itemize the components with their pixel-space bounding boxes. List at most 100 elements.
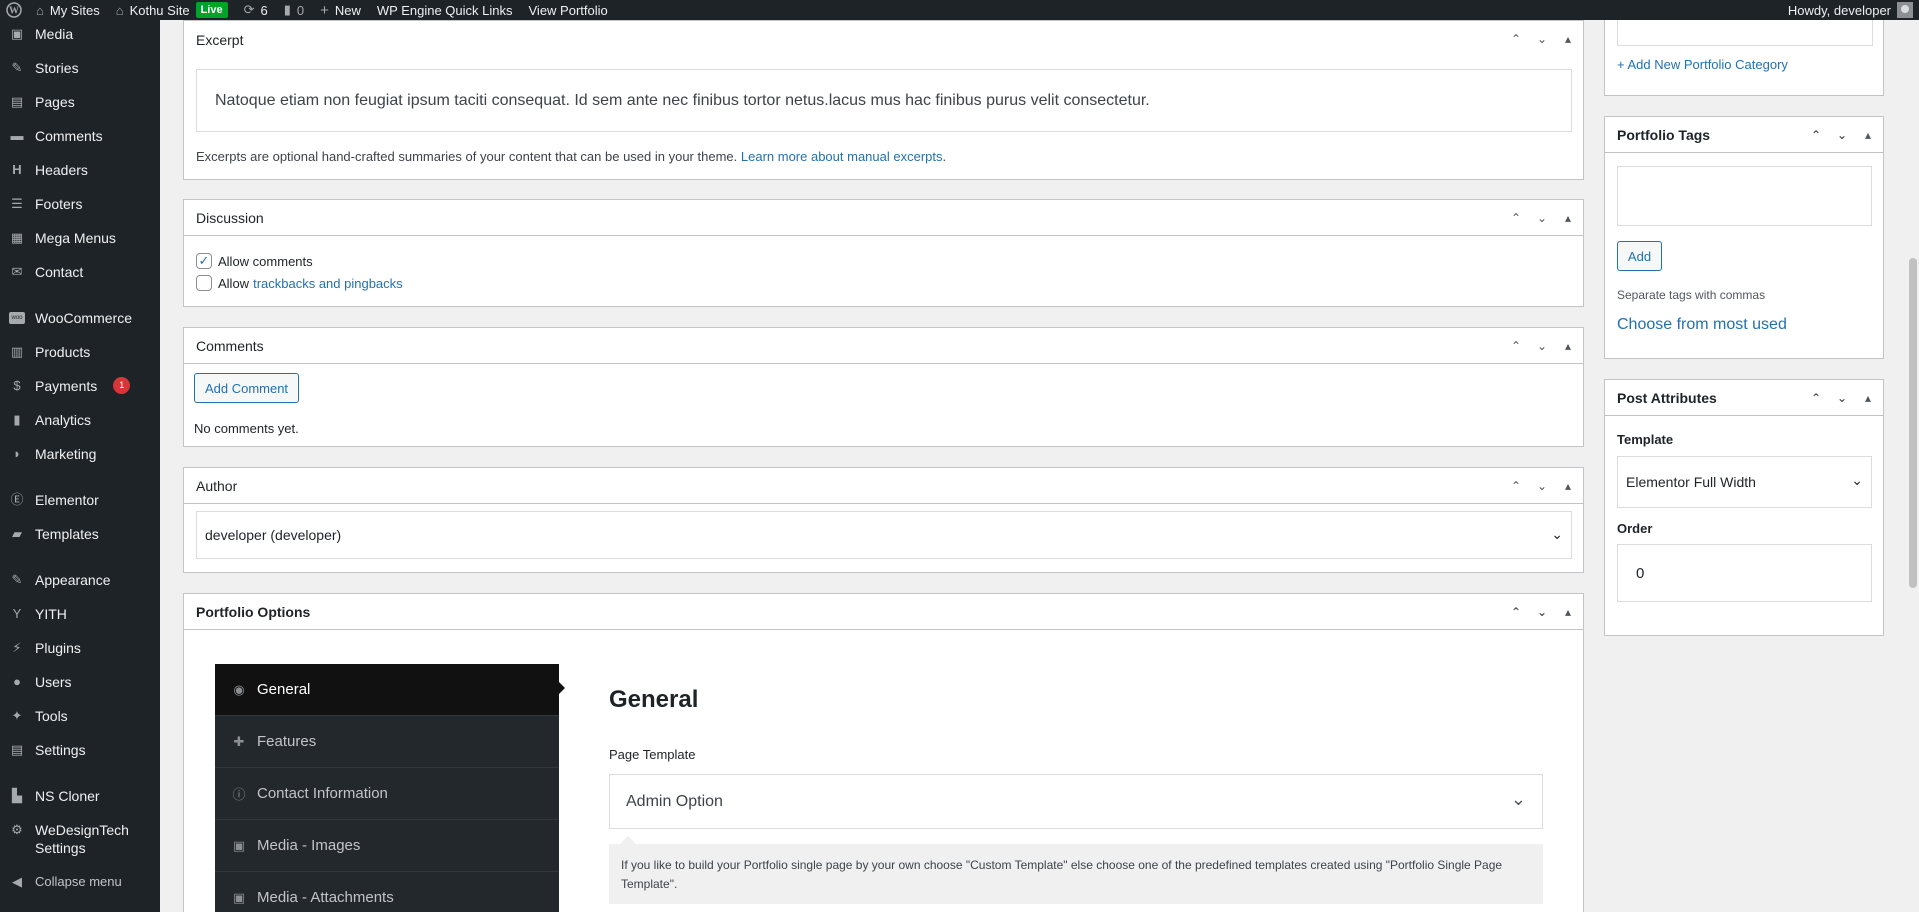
box-controls: ⌃ ⌄ ▴ <box>1507 200 1577 236</box>
page-template-help-text: If you like to build your Portfolio sing… <box>621 858 1503 891</box>
move-down-icon[interactable]: ⌄ <box>1533 339 1551 353</box>
post-attributes-header[interactable]: Post Attributes ⌃ ⌄ ▴ <box>1605 380 1883 416</box>
new-content-menu[interactable]: + New <box>312 0 369 20</box>
move-down-icon[interactable]: ⌄ <box>1533 605 1551 619</box>
sidebar-item-label: Payments <box>35 378 98 394</box>
sidebar-item-ns-cloner[interactable]: ▙ NS Cloner <box>0 787 160 805</box>
sidebar-item-marketing[interactable]: ◗ Marketing <box>0 445 160 463</box>
site-name-menu[interactable]: ⌂ Kothu Site Live <box>108 0 236 20</box>
my-sites-icon: ⌂ <box>36 2 44 18</box>
sidebar-item-pages[interactable]: ▤ Pages <box>0 93 160 111</box>
toggle-panel-icon[interactable]: ▴ <box>1559 32 1577 46</box>
sidebar-item-contact[interactable]: ✉ Contact <box>0 263 160 281</box>
move-up-icon[interactable]: ⌃ <box>1507 605 1525 619</box>
sidebar-item-yith[interactable]: Y YITH <box>0 605 160 623</box>
comments-link[interactable]: ▮ 0 <box>276 0 312 20</box>
portfolio-tags-header[interactable]: Portfolio Tags ⌃ ⌄ ▴ <box>1605 117 1883 153</box>
updates-link[interactable]: ⟳ 6 <box>236 0 276 20</box>
new-label: New <box>334 2 361 18</box>
page-template-select[interactable]: Admin Option ⌄ <box>609 774 1543 829</box>
scrollbar-thumb[interactable] <box>1909 258 1917 588</box>
admin-bar: W ⌂ My Sites ⌂ Kothu Site Live ⟳ 6 ▮ 0 +… <box>0 0 1919 20</box>
discussion-title: Discussion <box>196 209 264 226</box>
sidebar-item-stories[interactable]: ✎ Stories <box>0 59 160 77</box>
sidebar-item-products[interactable]: ▥ Products <box>0 343 160 361</box>
sidebar-item-woocommerce[interactable]: woo WooCommerce <box>0 309 160 327</box>
move-up-icon[interactable]: ⌃ <box>1507 479 1525 493</box>
discussion-header[interactable]: Discussion ⌃ ⌄ ▴ <box>184 200 1583 236</box>
move-up-icon[interactable]: ⌃ <box>1807 128 1825 142</box>
move-down-icon[interactable]: ⌄ <box>1833 391 1851 405</box>
toggle-panel-icon[interactable]: ▴ <box>1559 211 1577 225</box>
sidebar-item-label: Users <box>35 674 72 690</box>
sidebar-item-media[interactable]: ▣ Media <box>0 25 160 43</box>
sidebar-item-wedesigntech-settings[interactable]: ⚙ WeDesignTech Settings <box>0 821 160 857</box>
author-header[interactable]: Author ⌃ ⌄ ▴ <box>184 468 1583 504</box>
wordpress-logo-icon[interactable]: W <box>0 0 28 20</box>
move-down-icon[interactable]: ⌄ <box>1833 128 1851 142</box>
sidebar-item-users[interactable]: ● Users <box>0 673 160 691</box>
discussion-box: Discussion ⌃ ⌄ ▴ ✓ Allow comments Allow … <box>183 199 1584 307</box>
sidebar-item-elementor[interactable]: Ⓔ Elementor <box>0 491 160 509</box>
allow-pings-row: Allow trackbacks and pingbacks <box>196 275 403 291</box>
toggle-panel-icon[interactable]: ▴ <box>1859 391 1877 405</box>
add-comment-button[interactable]: Add Comment <box>194 373 299 403</box>
trackbacks-link[interactable]: trackbacks and pingbacks <box>253 276 403 291</box>
move-down-icon[interactable]: ⌄ <box>1533 211 1551 225</box>
allow-comments-label: Allow comments <box>218 253 313 269</box>
sidebar-item-payments[interactable]: $ Payments 1 <box>0 377 160 395</box>
excerpt-textarea[interactable]: Natoque etiam non feugiat ipsum taciti c… <box>196 69 1572 132</box>
sidebar-item-collapse-menu[interactable]: ◀ Collapse menu <box>0 873 160 891</box>
allow-comments-checkbox[interactable]: ✓ <box>196 253 212 269</box>
sidebar-item-appearance[interactable]: ✎ Appearance <box>0 571 160 589</box>
quick-links-menu[interactable]: WP Engine Quick Links <box>369 0 521 20</box>
my-sites-menu[interactable]: ⌂ My Sites <box>28 0 108 20</box>
tags-input[interactable] <box>1617 166 1872 226</box>
portfolio-options-header[interactable]: Portfolio Options ⌃ ⌄ ▴ <box>184 594 1583 630</box>
toggle-panel-icon[interactable]: ▴ <box>1559 479 1577 493</box>
toggle-panel-icon[interactable]: ▴ <box>1559 605 1577 619</box>
move-up-icon[interactable]: ⌃ <box>1507 211 1525 225</box>
nav-contact-information[interactable]: ⓘ Contact Information <box>215 768 559 820</box>
comments-header[interactable]: Comments ⌃ ⌄ ▴ <box>184 328 1583 364</box>
box-controls: ⌃ ⌄ ▴ <box>1807 380 1877 416</box>
portfolio-categories-box: + Add New Portfolio Category <box>1604 20 1884 96</box>
sidebar-item-comments[interactable]: ▬ Comments <box>0 127 160 145</box>
toggle-panel-icon[interactable]: ▴ <box>1559 339 1577 353</box>
nav-media-attachments[interactable]: ▣ Media - Attachments <box>215 872 559 912</box>
my-account-menu[interactable]: Howdy, developer <box>1788 0 1913 20</box>
post-attributes-box: Post Attributes ⌃ ⌄ ▴ Template Elementor… <box>1604 379 1884 636</box>
sidebar-item-footers[interactable]: ☰ Footers <box>0 195 160 213</box>
excerpt-header[interactable]: Excerpt ⌃ ⌄ ▴ <box>184 21 1583 59</box>
sidebar-item-plugins[interactable]: ⚡ Plugins <box>0 639 160 657</box>
move-up-icon[interactable]: ⌃ <box>1507 339 1525 353</box>
yith-icon: Y <box>12 606 22 621</box>
allow-pings-checkbox[interactable] <box>196 275 212 291</box>
template-select[interactable]: Elementor Full Width ⌄ <box>1617 456 1872 508</box>
move-down-icon[interactable]: ⌄ <box>1533 479 1551 493</box>
move-up-icon[interactable]: ⌃ <box>1507 32 1525 46</box>
choose-most-used-link[interactable]: Choose from most used <box>1617 316 1787 334</box>
sidebar-item-settings[interactable]: ▤ Settings <box>0 741 160 759</box>
sidebar-item-templates[interactable]: ▰ Templates <box>0 525 160 543</box>
view-portfolio-link[interactable]: View Portfolio <box>521 0 616 20</box>
sidebar-item-headers[interactable]: H Headers <box>0 161 160 179</box>
sidebar-item-tools[interactable]: ✦ Tools <box>0 707 160 725</box>
add-tag-button[interactable]: Add <box>1617 241 1662 271</box>
updates-count: 6 <box>260 2 268 18</box>
move-up-icon[interactable]: ⌃ <box>1807 391 1825 405</box>
marketing-icon: ◗ <box>13 446 21 461</box>
order-input[interactable]: 0 <box>1617 544 1872 602</box>
learn-more-excerpts-link[interactable]: Learn more about manual excerpts <box>741 149 943 164</box>
move-down-icon[interactable]: ⌄ <box>1533 32 1551 46</box>
nav-features[interactable]: ✚ Features <box>215 716 559 768</box>
page-scrollbar[interactable] <box>1907 20 1919 912</box>
add-new-category-link[interactable]: + Add New Portfolio Category <box>1617 57 1788 72</box>
nav-media-images[interactable]: ▣ Media - Images <box>215 820 559 872</box>
toggle-panel-icon[interactable]: ▴ <box>1859 128 1877 142</box>
sidebar-item-mega-menus[interactable]: ▦ Mega Menus <box>0 229 160 247</box>
nav-general[interactable]: ◉ General <box>215 664 559 716</box>
sidebar-item-analytics[interactable]: ▮ Analytics <box>0 411 160 429</box>
excerpt-help-text: Excerpts are optional hand-crafted summa… <box>196 149 738 164</box>
author-select[interactable]: developer (developer) ⌄ <box>196 511 1572 559</box>
